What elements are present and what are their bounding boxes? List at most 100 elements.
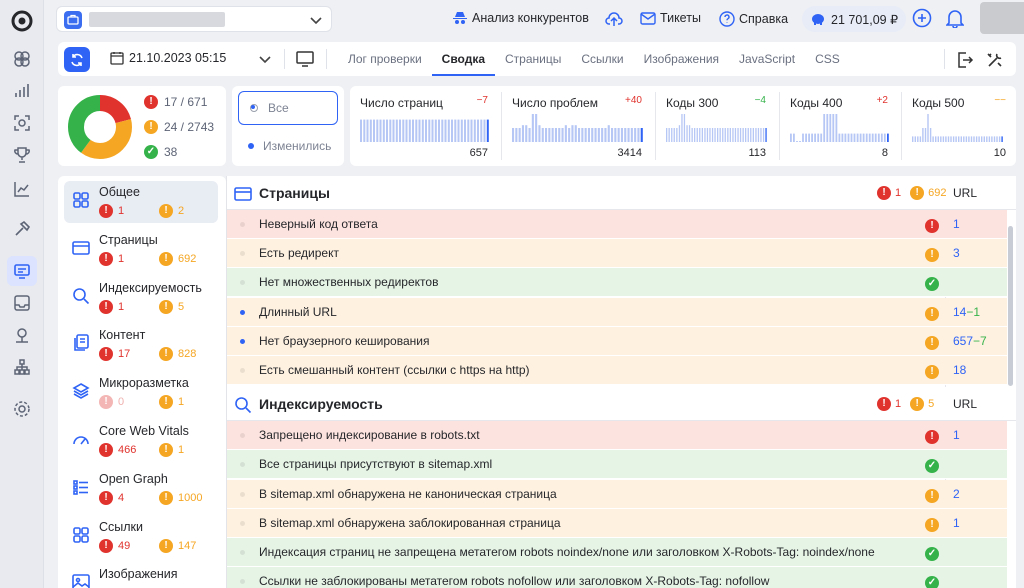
date-selector[interactable]: 21.10.2023 05:15 bbox=[110, 51, 226, 65]
scan-icon[interactable] bbox=[7, 108, 37, 138]
warning-icon: ! bbox=[159, 347, 173, 362]
metric-1[interactable]: Число страниц −7 657 bbox=[350, 86, 502, 166]
row-text: Запрещено индексирование в robots.txt bbox=[259, 428, 480, 443]
sparkline-bar bbox=[940, 136, 942, 142]
trend-icon[interactable] bbox=[7, 174, 37, 204]
url-count-link[interactable]: 1 bbox=[953, 217, 960, 231]
sidebar-item-7[interactable]: Open Graph! 4! 1000 bbox=[64, 468, 218, 510]
sparkline-bar bbox=[739, 128, 742, 142]
brain-icon[interactable] bbox=[7, 44, 37, 74]
sidebar-item-9[interactable]: Изображения bbox=[64, 563, 218, 588]
metric-4[interactable]: Коды 400 +2 8 bbox=[780, 86, 902, 166]
sparkline-bar bbox=[978, 136, 980, 142]
table-row[interactable]: Ссылки не заблокированы метатегом robots… bbox=[227, 567, 1007, 588]
grid-icon bbox=[72, 191, 90, 209]
table-row[interactable]: Запрещено индексирование в robots.txt! 1 bbox=[227, 421, 1007, 451]
metric-title: Коды 400 bbox=[790, 96, 843, 110]
sidebar-item-8[interactable]: Ссылки! 49! 147 bbox=[64, 516, 218, 558]
sparkline-bar bbox=[541, 128, 544, 142]
url-count-link[interactable]: 1 bbox=[953, 516, 960, 530]
sidebar-item-3[interactable]: Индексируемость! 1! 5 bbox=[64, 277, 218, 319]
tools-icon[interactable] bbox=[986, 51, 1004, 69]
refresh-button[interactable] bbox=[64, 47, 90, 72]
bell-icon[interactable] bbox=[946, 8, 964, 28]
tab-2[interactable]: Сводка bbox=[431, 42, 496, 76]
warning-count-value: 828 bbox=[178, 348, 197, 361]
metric-2[interactable]: Число проблем +40 3414 bbox=[502, 86, 656, 166]
avatar[interactable] bbox=[980, 2, 1024, 34]
table-row[interactable]: Есть смешанный контент (ссылки с https н… bbox=[227, 356, 1007, 385]
url-count-link[interactable]: 18 bbox=[953, 363, 966, 377]
sidebar-item-5[interactable]: Микроразметка! 0! 1 bbox=[64, 372, 218, 414]
sidebar-item-1[interactable]: Общее! 1! 2 bbox=[64, 181, 218, 223]
table-row[interactable]: Нет множественных редиректов ✓ bbox=[227, 268, 1007, 298]
geo-icon[interactable] bbox=[7, 320, 37, 350]
sidebar-item-6[interactable]: Core Web Vitals! 466! 1 bbox=[64, 420, 218, 462]
url-count-link[interactable]: 1 bbox=[953, 428, 960, 442]
table-row[interactable]: Нет браузерного кеширования! 657−7 bbox=[227, 326, 1007, 356]
status-icon: ! bbox=[925, 363, 939, 379]
url-count-link[interactable]: 3 bbox=[953, 246, 960, 260]
warning-count: ! 692 bbox=[159, 251, 196, 266]
chevron-down-icon[interactable] bbox=[258, 53, 272, 67]
url-count-link[interactable]: 2 bbox=[953, 487, 960, 501]
divider bbox=[944, 49, 945, 69]
table-row[interactable]: В sitemap.xml обнаружена заблокированная… bbox=[227, 508, 1007, 538]
export-icon[interactable] bbox=[956, 51, 974, 69]
balance-pill[interactable]: 21 701,09 ₽ bbox=[802, 6, 906, 32]
sitemap-icon[interactable] bbox=[7, 352, 37, 382]
image-icon bbox=[72, 573, 90, 588]
table-row[interactable]: Длинный URL! 14−1 bbox=[227, 297, 1007, 327]
row-bullet bbox=[240, 520, 245, 526]
scrollbar[interactable] bbox=[1008, 226, 1013, 386]
tab-3[interactable]: Страницы bbox=[495, 42, 571, 76]
upload-link[interactable] bbox=[605, 11, 623, 27]
sparkline-bar bbox=[912, 136, 914, 142]
inbox-icon[interactable] bbox=[7, 288, 37, 318]
sidebar-item-4[interactable]: Контент! 17! 828 bbox=[64, 324, 218, 366]
settings-icon[interactable] bbox=[7, 394, 37, 424]
warning-count: ! 1 bbox=[159, 395, 184, 410]
sparkline-bar bbox=[835, 114, 838, 142]
monitor-icon[interactable] bbox=[296, 51, 314, 67]
tab-7[interactable]: CSS bbox=[805, 42, 850, 76]
url-count-link[interactable]: 657−7 bbox=[953, 334, 987, 348]
tab-6[interactable]: JavaScript bbox=[729, 42, 805, 76]
table-row[interactable]: Неверный код ответа! 1 bbox=[227, 210, 1007, 239]
url-count-link[interactable]: 14−1 bbox=[953, 305, 980, 319]
table-row[interactable]: Есть редирект! 3 bbox=[227, 239, 1007, 269]
warning-count: ! 828 bbox=[159, 347, 197, 362]
sparkline-bar bbox=[386, 119, 388, 142]
metric-3[interactable]: Коды 300 −4 113 bbox=[656, 86, 780, 166]
sidebar-item-label: Общее bbox=[99, 185, 140, 199]
hammer-icon[interactable] bbox=[7, 214, 37, 244]
trophy-icon[interactable] bbox=[7, 140, 37, 170]
tickets-link[interactable]: Тикеты bbox=[640, 11, 701, 25]
table-row[interactable]: Все страницы присутствуют в sitemap.xml ✓ bbox=[227, 450, 1007, 480]
bar-chart-icon[interactable] bbox=[7, 76, 37, 106]
tab-1[interactable]: Лог проверки bbox=[338, 42, 432, 76]
help-link[interactable]: Справка bbox=[719, 11, 788, 27]
warning-count: ! 1000 bbox=[159, 490, 202, 505]
sidebar-item-2[interactable]: Страницы! 1! 692 bbox=[64, 229, 218, 271]
site-audit-icon[interactable] bbox=[7, 256, 37, 286]
section-error-count: 1 bbox=[895, 398, 902, 411]
table-row[interactable]: Индексация страниц не запрещена метатего… bbox=[227, 538, 1007, 567]
sparkline-bar bbox=[464, 119, 466, 142]
tab-5[interactable]: Изображения bbox=[634, 42, 729, 76]
sparkline-bar bbox=[841, 133, 844, 142]
table-row[interactable]: В sitemap.xml обнаружена не каноническая… bbox=[227, 479, 1007, 509]
add-funds-icon[interactable] bbox=[912, 8, 932, 28]
logo-icon[interactable] bbox=[7, 6, 37, 36]
project-selector[interactable] bbox=[56, 6, 332, 32]
filter-changed[interactable]: Изменились bbox=[238, 129, 338, 163]
filter-all[interactable]: Все bbox=[238, 91, 338, 125]
sparkline-bar bbox=[392, 119, 395, 142]
refresh-icon bbox=[71, 53, 83, 66]
sparkline-bar bbox=[996, 136, 998, 142]
metric-title: Число страниц bbox=[360, 96, 443, 110]
sparkline-bar bbox=[668, 128, 670, 142]
competitors-link[interactable]: Анализ конкурентов bbox=[452, 11, 589, 25]
tab-4[interactable]: Ссылки bbox=[571, 42, 633, 76]
metric-5[interactable]: Коды 500 −− 10 bbox=[902, 86, 1016, 166]
